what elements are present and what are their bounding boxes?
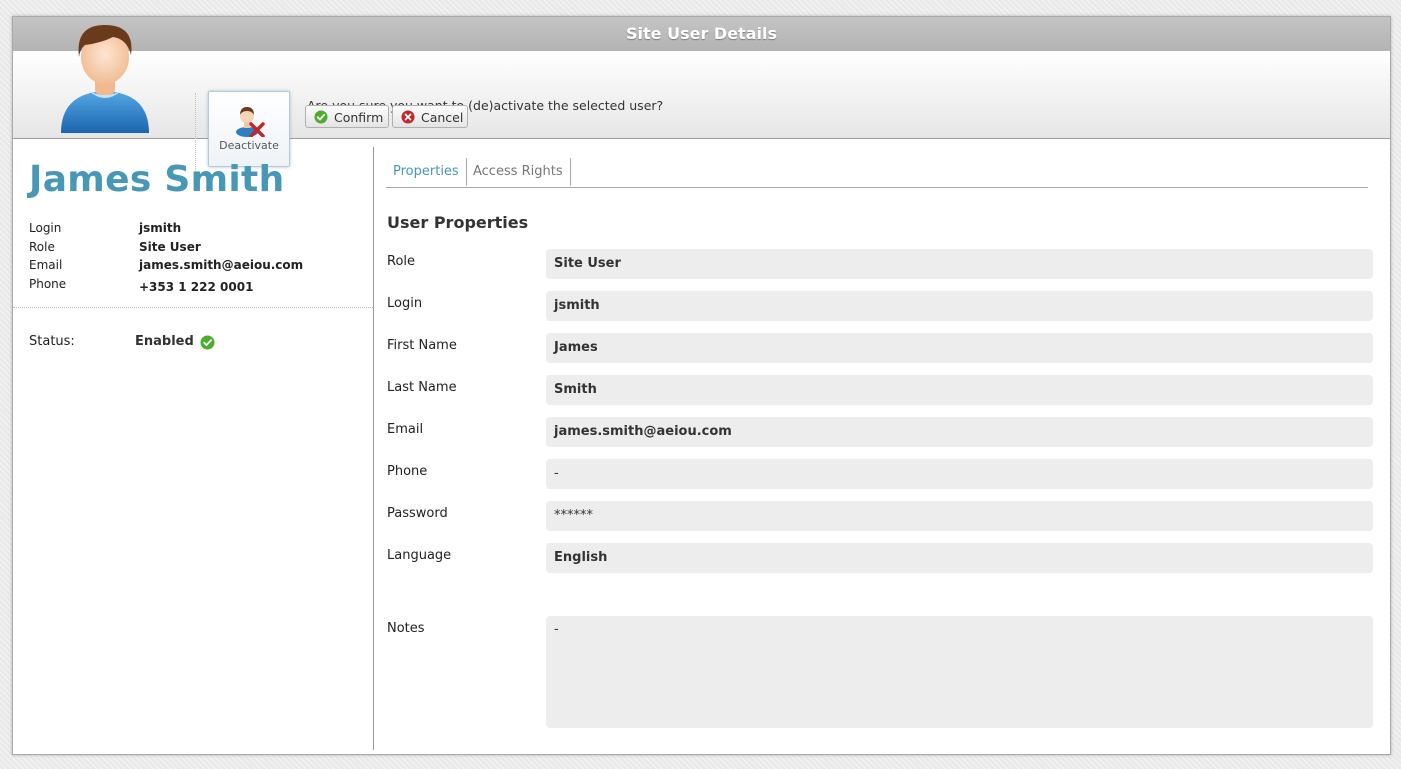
prop-value-notes: - — [546, 616, 1373, 728]
user-remove-icon — [236, 107, 265, 137]
info-value: Site User — [139, 240, 201, 254]
tab-bar: Properties Access Rights — [386, 158, 1368, 188]
prop-label-password: Password — [387, 506, 448, 521]
prop-value-email: james.smith@aeiou.com — [546, 417, 1373, 447]
cancel-button[interactable]: Cancel — [392, 105, 468, 128]
tab-access-rights[interactable]: Access Rights — [466, 158, 571, 186]
info-value: +353 1 222 0001 — [139, 280, 254, 294]
user-name: James Smith — [29, 159, 285, 200]
prop-label-login: Login — [387, 296, 423, 311]
prop-label-role: Role — [387, 254, 416, 269]
status-label: Status: — [29, 334, 75, 349]
prop-label-email: Email — [387, 422, 424, 437]
action-toolbar: Deactivate Are you sure you want to (de)… — [13, 51, 1390, 171]
summary-divider — [13, 307, 373, 308]
prop-value-first-name: James — [546, 333, 1373, 363]
prop-label-phone: Phone — [387, 464, 428, 479]
prop-label-last-name: Last Name — [387, 380, 457, 395]
info-label: Email — [29, 258, 63, 272]
info-label: Role — [29, 240, 55, 254]
cancel-label: Cancel — [421, 110, 464, 125]
user-summary-panel: James Smith Login jsmith Role Site User … — [13, 139, 373, 754]
status-badge: Enabled — [135, 334, 194, 349]
prop-value-last-name: Smith — [546, 375, 1373, 405]
prop-value-password: ****** — [546, 501, 1373, 531]
check-circle-icon — [200, 335, 215, 350]
x-circle-icon — [401, 110, 415, 124]
prop-value-role: Site User — [546, 249, 1373, 279]
check-circle-icon — [314, 110, 328, 124]
prop-label-language: Language — [387, 548, 452, 563]
user-details-window: Site User Details Deactivate Are you sur… — [12, 16, 1391, 755]
pane-divider — [373, 147, 374, 750]
prop-label-first-name: First Name — [387, 338, 457, 353]
prop-value-phone: - — [546, 459, 1373, 489]
info-value: jsmith — [139, 221, 182, 235]
confirm-button[interactable]: Confirm — [305, 105, 389, 128]
info-value: james.smith@aeiou.com — [139, 258, 304, 272]
window-title: Site User Details — [13, 17, 1390, 51]
confirm-label: Confirm — [334, 110, 384, 125]
tab-properties[interactable]: Properties — [386, 158, 467, 186]
prop-value-login: jsmith — [546, 291, 1373, 321]
prop-value-language: English — [546, 543, 1373, 573]
info-label: Phone — [29, 277, 67, 291]
info-label: Login — [29, 221, 62, 235]
prop-label-notes: Notes — [387, 621, 425, 636]
user-avatar — [55, 21, 155, 135]
section-title: User Properties — [387, 213, 529, 232]
